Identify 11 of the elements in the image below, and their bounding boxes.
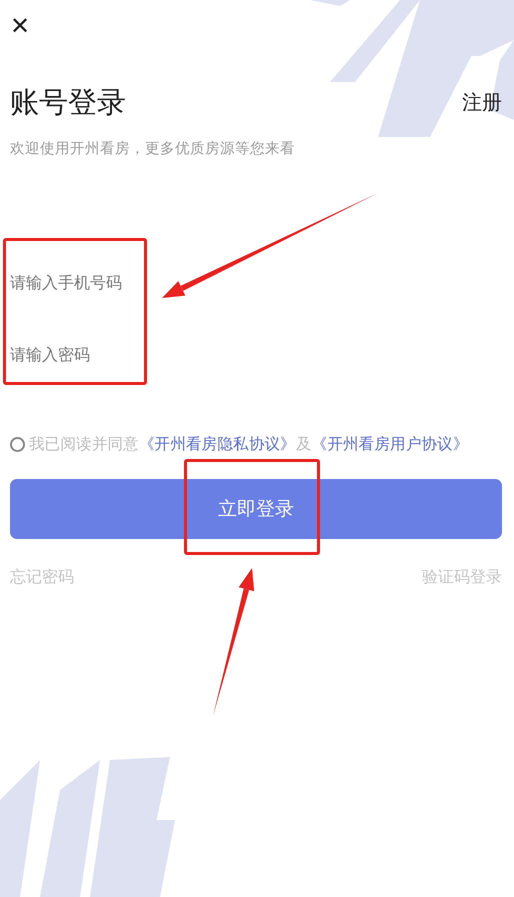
login-button[interactable]: 立即登录 (10, 479, 502, 539)
input-field[interactable]: 请输入密码 (10, 318, 502, 390)
welcome-text: 欢迎使用开州看房，更多优质房源等您来看 (10, 140, 296, 159)
agreement-link[interactable]: 《开州看房隐私协议》 (138, 435, 296, 453)
close-button[interactable]: ✕ (10, 12, 30, 42)
page-title: 账号登录 (10, 84, 126, 121)
agreement-link[interactable]: 《开州看房用户协议》 (312, 435, 469, 453)
agreement-text: 我已阅读并同意《开州看房隐私协议》及《开州看房用户协议》 (29, 434, 469, 455)
input-field[interactable]: 请输入手机号码 (10, 246, 502, 318)
register-link[interactable]: 注册 (462, 88, 502, 116)
agree-radio[interactable] (10, 437, 25, 452)
